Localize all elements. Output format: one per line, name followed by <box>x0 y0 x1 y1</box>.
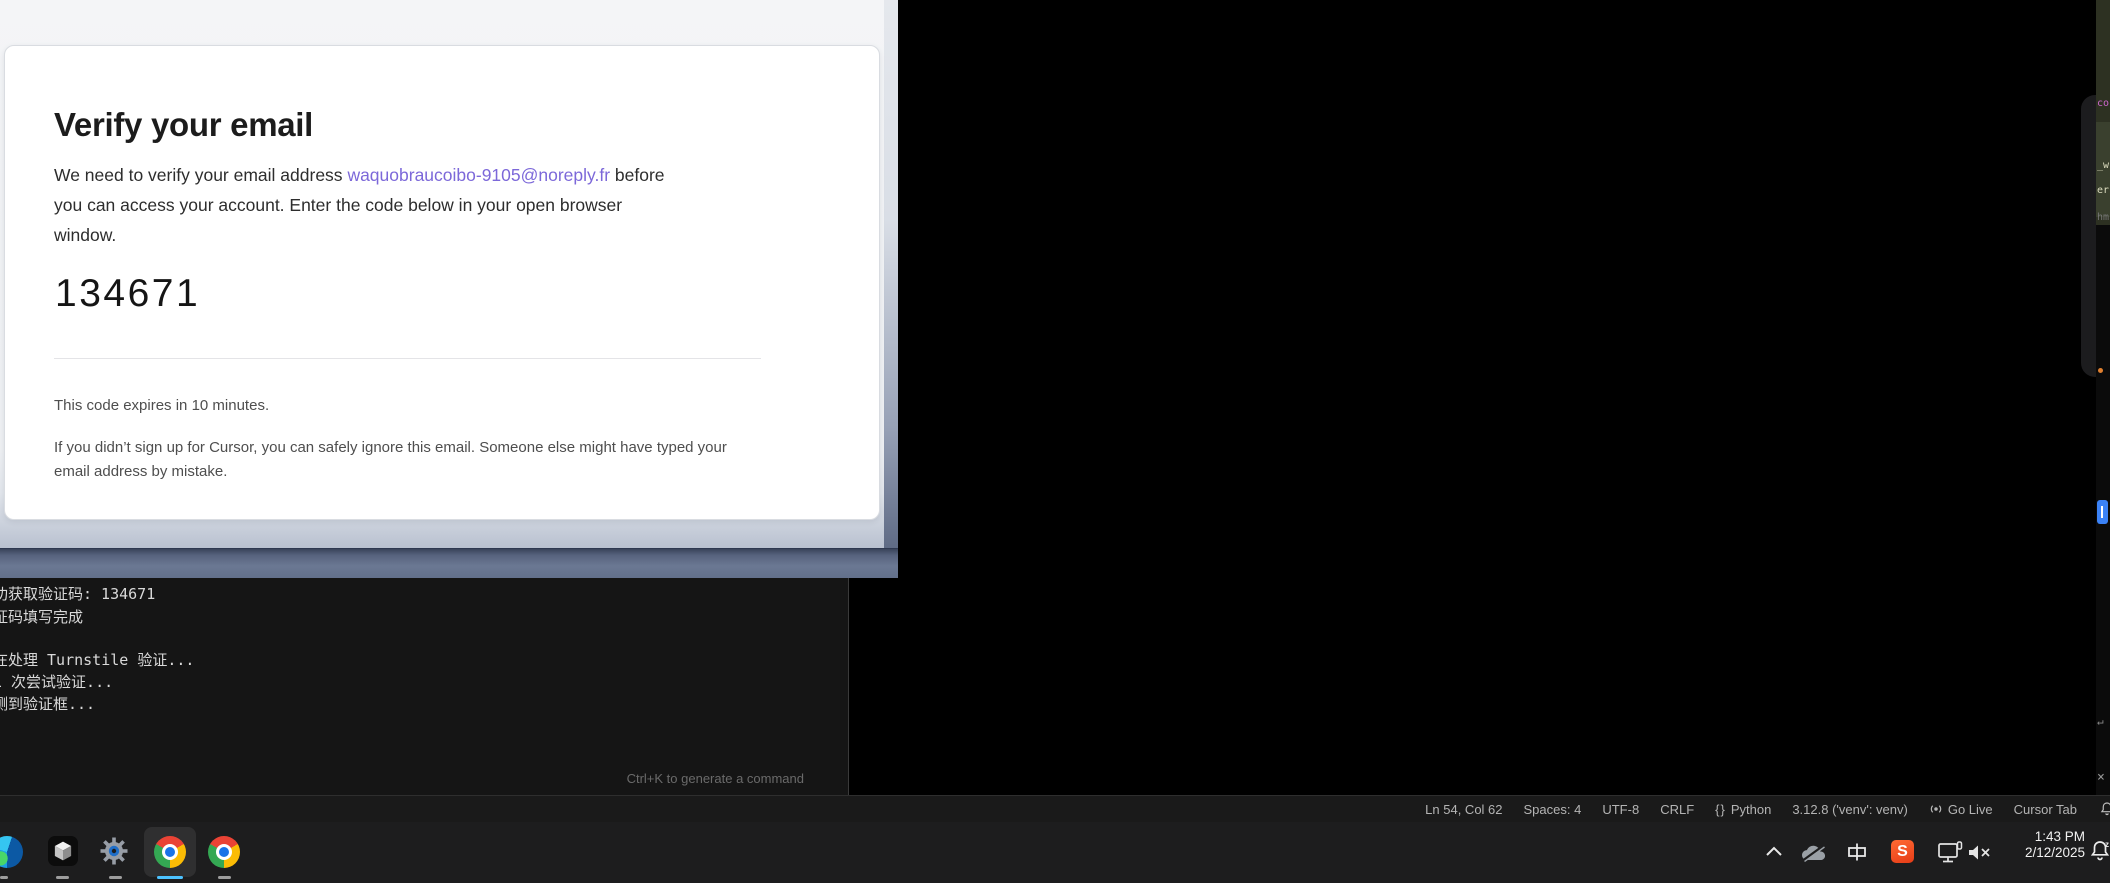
cube-glyph <box>48 836 78 866</box>
encoding-indicator[interactable]: UTF-8 <box>1602 802 1639 817</box>
svg-text:z: z <box>2105 840 2109 849</box>
tray-chevron-up-icon[interactable] <box>1765 846 1783 857</box>
clock-time: 1:43 PM <box>1985 829 2085 845</box>
edge-browser-icon[interactable] <box>0 836 23 868</box>
ime-chinese-icon[interactable] <box>1846 841 1868 863</box>
cube-app-icon[interactable] <box>48 836 78 866</box>
notifications-bell-icon[interactable] <box>2098 800 2110 818</box>
notification-bell-dnd-icon[interactable]: z <box>2089 838 2110 864</box>
onedrive-offline-icon[interactable] <box>1799 845 1829 862</box>
email-window-bottom-frame <box>0 548 898 578</box>
cursor-position-indicator[interactable]: Ln 54, Col 62 <box>1425 802 1502 817</box>
ide-status-bar: Ln 54, Col 62 Spaces: 4 UTF-8 CRLF {} Py… <box>0 795 2110 822</box>
running-indicator-active <box>157 876 183 879</box>
email-title: Verify your email <box>54 106 313 144</box>
email-footer: If you didn’t sign up for Cursor, you ca… <box>54 436 727 484</box>
ctrl-k-hint: Ctrl+K to generate a command <box>560 771 804 786</box>
terminal-line: 测到验证框... <box>0 693 95 714</box>
terminal-line: 功获取验证码: 134671 <box>0 583 155 604</box>
running-indicator <box>218 876 231 879</box>
email-body-text: We need to verify your email address <box>54 165 347 185</box>
indentation-indicator[interactable]: Spaces: 4 <box>1524 802 1582 817</box>
snipaste-icon[interactable]: S <box>1891 840 1914 863</box>
taskbar-clock[interactable]: 1:43 PM 2/12/2025 <box>1985 829 2085 861</box>
email-body-line2: you can access your account. Enter the c… <box>54 190 665 220</box>
terminal-line: 在处理 Turnstile 验证... <box>0 649 194 670</box>
settings-gear-icon[interactable] <box>99 836 129 866</box>
email-body: We need to verify your email address waq… <box>54 160 665 250</box>
terminal-line: 1 次尝试验证... <box>0 671 113 692</box>
language-mode-indicator[interactable]: {} Python <box>1715 802 1771 817</box>
broadcast-icon <box>1929 802 1943 816</box>
display-cast-icon[interactable] <box>1937 841 1963 864</box>
language-label: Python <box>1731 802 1771 817</box>
windows-taskbar: S 1:43 PM 2/12/2025 z <box>0 822 2110 883</box>
code-expiry-note: This code expires in 10 minutes. <box>54 397 269 414</box>
code-fragment: er <box>2097 185 2109 196</box>
code-fragment-dot <box>2098 368 2103 373</box>
divider <box>54 358 761 359</box>
email-preview-window: Verify your email We need to verify your… <box>0 0 898 578</box>
email-address-link[interactable]: waquobraucoibo-9105@noreply.fr <box>347 165 610 185</box>
chrome-browser-icon-active[interactable] <box>154 836 186 868</box>
cursor-tab-indicator[interactable]: Cursor Tab <box>2014 802 2077 817</box>
braces-icon: {} <box>1715 802 1726 817</box>
running-indicator <box>0 876 8 879</box>
status-bar-right-items: Ln 54, Col 62 Spaces: 4 UTF-8 CRLF {} Py… <box>1425 796 2108 822</box>
python-interpreter-indicator[interactable]: 3.12.8 ('venv': venv) <box>1792 802 1908 817</box>
close-icon[interactable]: × <box>2097 770 2105 785</box>
email-body-text: before <box>610 165 664 185</box>
scrollbar-thumb[interactable] <box>2097 500 2108 524</box>
email-body-line3: window. <box>54 220 665 250</box>
auth-page: Verify your email Before continuing, we … <box>849 0 2096 795</box>
email-footer-line2: email address by mistake. <box>54 460 727 484</box>
running-indicator <box>109 876 122 879</box>
eol-indicator[interactable]: CRLF <box>1660 802 1694 817</box>
background-editor-sliver: co _w er hm ↵ × <box>2096 0 2110 795</box>
terminal-line: 证码填写完成 <box>0 606 83 627</box>
email-body-line1: We need to verify your email address waq… <box>54 160 665 190</box>
email-footer-line1: If you didn’t sign up for Cursor, you ca… <box>54 436 727 460</box>
go-live-label: Go Live <box>1948 802 1993 817</box>
email-card: Verify your email We need to verify your… <box>4 45 880 520</box>
go-live-button[interactable]: Go Live <box>1929 802 1993 817</box>
terminal-panel[interactable]: 功获取验证码: 134671 证码填写完成 在处理 Turnstile 验证..… <box>0 578 849 795</box>
clock-date: 2/12/2025 <box>1985 845 2085 861</box>
verification-code: 134671 <box>55 272 200 316</box>
code-fragment: hm <box>2097 212 2109 223</box>
code-fragment: _w <box>2097 160 2109 171</box>
chrome-browser-icon[interactable] <box>208 836 240 868</box>
running-indicator <box>56 876 69 879</box>
code-fragment: co <box>2097 98 2109 109</box>
email-window-right-edge <box>884 0 898 548</box>
return-key-icon: ↵ <box>2097 715 2104 728</box>
